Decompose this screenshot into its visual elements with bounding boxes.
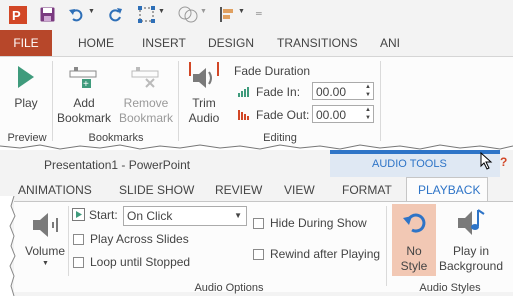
trim-audio-label-2: Audio	[188, 111, 220, 125]
hide-during-show-label: Hide During Show	[270, 216, 367, 230]
fade-out-icon	[238, 110, 249, 120]
play-in-background-button[interactable]: Play in Background	[438, 244, 504, 274]
loop-until-stopped-label: Loop until Stopped	[90, 255, 191, 269]
loop-until-stopped-checkbox[interactable]	[73, 257, 84, 268]
tab-file[interactable]: FILE	[0, 30, 52, 56]
tab-animations[interactable]: ANIMATIONS	[18, 177, 92, 203]
customize-qat-icon[interactable]: ═	[256, 9, 262, 18]
start-dropdown[interactable]: On Click ▼	[123, 206, 247, 226]
remove-bookmark-icon	[131, 67, 159, 88]
fade-in-icon	[238, 87, 249, 97]
audio-tools-header: AUDIO TOOLS	[372, 158, 447, 170]
chevron-down-icon: ▼	[234, 211, 242, 220]
group-separator	[380, 61, 381, 141]
no-style-button[interactable]: No Style	[392, 204, 436, 276]
tab-review[interactable]: REVIEW	[215, 177, 262, 203]
group-separator	[386, 206, 387, 286]
spinner-arrows-icon[interactable]: ▲ ▼	[363, 106, 373, 122]
group-separator	[68, 206, 69, 276]
tab-playback[interactable]: PLAYBACK	[418, 177, 480, 203]
tab-format[interactable]: FORMAT	[342, 177, 392, 203]
play-across-slides-label: Play Across Slides	[90, 232, 189, 246]
fade-out-label: Fade Out:	[256, 108, 310, 122]
spinner-arrows-icon[interactable]: ▲ ▼	[363, 83, 373, 99]
group-label-audio-options: Audio Options	[194, 282, 264, 294]
volume-button[interactable]: Volume	[20, 244, 70, 259]
powerpoint-logo-icon: P	[9, 6, 27, 24]
help-icon[interactable]: ?	[500, 155, 507, 169]
rewind-after-playing-checkbox[interactable]	[253, 249, 264, 260]
svg-text:P: P	[12, 8, 21, 23]
remove-bookmark-label-1: Remove	[123, 96, 169, 110]
tab-transitions[interactable]: TRANSITIONS	[277, 30, 358, 56]
trim-audio-icon	[189, 62, 219, 88]
fade-out-value: 00.00	[316, 108, 347, 122]
tab-slide-show[interactable]: SLIDE SHOW	[119, 177, 194, 203]
torn-edge-left	[0, 196, 16, 296]
arrange-icon[interactable]	[219, 6, 235, 23]
play-button[interactable]: Play	[6, 96, 46, 111]
volume-icon	[33, 213, 58, 237]
play-bg-label-2: Background	[438, 259, 504, 273]
play-across-slides-checkbox[interactable]	[73, 234, 84, 245]
start-label: Start:	[89, 208, 118, 222]
fade-in-value: 00.00	[316, 85, 347, 99]
audio-tools-band: AUDIO TOOLS	[330, 150, 500, 177]
play-bg-label-1: Play in	[452, 244, 490, 258]
redo-icon[interactable]	[108, 7, 123, 22]
shapes-dropdown-icon[interactable]: ▼	[200, 8, 207, 15]
group-separator	[178, 61, 179, 141]
tab-animations-partial[interactable]: ANI	[380, 30, 400, 56]
start-value: On Click	[127, 209, 173, 223]
play-in-background-icon	[458, 209, 485, 235]
fade-duration-label: Fade Duration	[234, 64, 311, 78]
undo-dropdown-icon[interactable]: ▼	[88, 8, 95, 15]
ribbon-lower: Volume ▼ Start: On Click ▼ Play Across S…	[14, 201, 513, 294]
play-icon	[18, 66, 34, 88]
mouse-cursor-icon	[480, 152, 493, 170]
fade-out-spinner[interactable]: 00.00 ▲ ▼	[312, 105, 374, 123]
svg-text:+: +	[83, 79, 89, 89]
volume-dropdown-icon[interactable]: ▼	[42, 260, 49, 267]
remove-bookmark-label-2: Bookmark	[118, 111, 174, 125]
no-style-label-2: Style	[400, 259, 428, 273]
group-label-audio-styles: Audio Styles	[419, 282, 481, 294]
trim-audio-button[interactable]: Trim Audio	[182, 96, 226, 126]
tab-design[interactable]: DESIGN	[208, 30, 254, 56]
shapes-icon[interactable]	[178, 6, 198, 23]
rewind-after-playing-label: Rewind after Playing	[270, 247, 381, 261]
group-separator	[52, 61, 53, 141]
select-dropdown-icon[interactable]: ▼	[158, 8, 165, 15]
save-icon[interactable]	[40, 7, 55, 22]
trim-audio-label-1: Trim	[192, 96, 216, 110]
tab-insert[interactable]: INSERT	[142, 30, 186, 56]
add-bookmark-label-1: Add	[73, 96, 95, 110]
fade-in-spinner[interactable]: 00.00 ▲ ▼	[312, 82, 374, 100]
add-bookmark-icon: +	[69, 67, 97, 89]
tab-home[interactable]: HOME	[78, 30, 114, 56]
add-bookmark-label-2: Bookmark	[56, 111, 112, 125]
no-style-label: No Style	[392, 244, 436, 274]
audio-tools-accent	[330, 150, 500, 154]
quick-access-toolbar: P ▼ ▼ ▼ ▼ ═	[0, 0, 513, 30]
remove-bookmark-button[interactable]: Remove Bookmark	[118, 96, 174, 126]
ribbon-tabs-lower: ANIMATIONS SLIDE SHOW REVIEW VIEW FORMAT…	[0, 177, 513, 201]
hide-during-show-checkbox[interactable]	[253, 218, 264, 229]
add-bookmark-button[interactable]: Add Bookmark	[56, 96, 112, 126]
no-style-icon	[403, 213, 426, 233]
start-icon	[72, 208, 85, 221]
no-style-label-1: No	[406, 244, 422, 258]
arrange-dropdown-icon[interactable]: ▼	[238, 8, 245, 15]
select-icon[interactable]	[138, 6, 156, 23]
ribbon-tabs-upper: HOME INSERT DESIGN TRANSITIONS ANI	[0, 30, 513, 56]
undo-icon[interactable]	[68, 7, 84, 22]
ribbon-upper: Play + Add Bookmark Remove Bookmark Trim…	[0, 56, 513, 148]
fade-in-label: Fade In:	[256, 85, 301, 99]
window-title: Presentation1 - PowerPoint	[44, 158, 191, 172]
tab-view[interactable]: VIEW	[284, 177, 315, 203]
